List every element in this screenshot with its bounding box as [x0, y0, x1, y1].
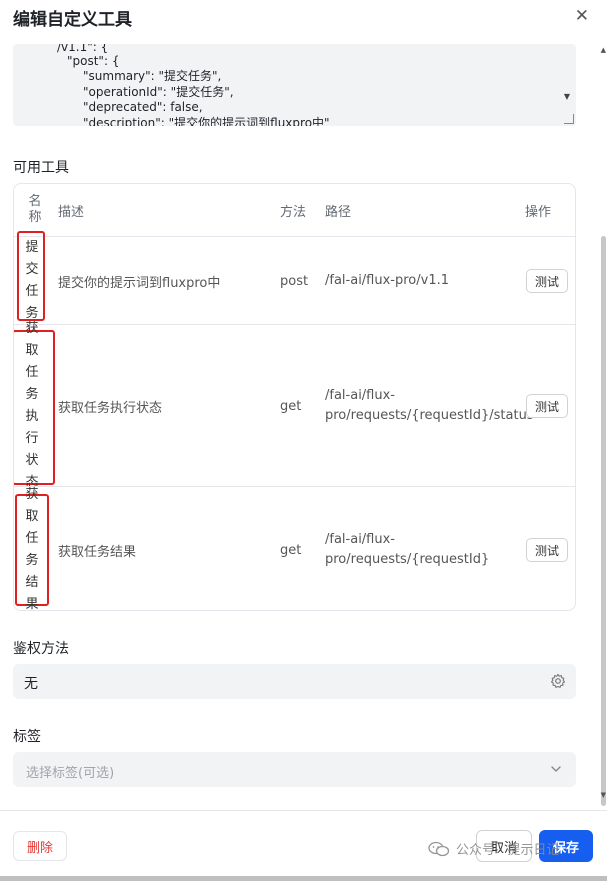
tools-table: 名称 描述 方法 路径 操作 提交任务 提交你的提示词到fluxpro中 pos…	[13, 183, 576, 611]
auth-section-label: 鉴权方法	[13, 641, 69, 657]
watermark-text: 公众号 · 提示日记	[456, 843, 560, 858]
tool-path-line: pro/requests/{requestId}	[325, 552, 490, 567]
code-line: "deprecated": false,	[83, 100, 203, 114]
gear-icon[interactable]	[550, 673, 566, 689]
table-row: 提交任务 提交你的提示词到fluxpro中 post /fal-ai/flux-…	[14, 231, 575, 325]
auth-method-value: 无	[24, 676, 38, 692]
test-button[interactable]: 测试	[526, 269, 568, 293]
tool-path-line: /fal-ai/flux-	[325, 532, 395, 547]
bottom-edge	[0, 876, 607, 881]
code-line: "post": {	[67, 54, 120, 68]
tool-method: get	[280, 542, 302, 558]
watermark: 公众号 · 提示日记	[428, 839, 559, 858]
tool-name-text: 提交任务	[25, 240, 39, 321]
tool-path: /fal-ai/flux- pro/requests/{requestId}	[325, 487, 490, 610]
test-button[interactable]: 测试	[526, 394, 568, 418]
tags-placeholder: 选择标签(可选)	[26, 766, 115, 781]
tags-section-label: 标签	[13, 729, 41, 745]
tool-method: get	[280, 398, 302, 414]
dialog-title: 编辑自定义工具	[13, 10, 132, 30]
table-row: 获取任务结果 获取任务结果 get /fal-ai/flux- pro/requ…	[14, 486, 575, 611]
table-row: 获取任务执行状态 获取任务执行状态 get /fal-ai/flux- pro/…	[14, 321, 575, 490]
code-line: "summary": "提交任务",	[83, 69, 222, 83]
column-header-description: 描述	[58, 204, 85, 220]
dialog-scrollbar[interactable]	[601, 236, 606, 806]
tool-path: /fal-ai/flux-pro/v1.1	[325, 237, 449, 325]
delete-button[interactable]: 删除	[13, 831, 67, 861]
tools-section-label: 可用工具	[13, 160, 69, 176]
tool-description: 提交你的提示词到fluxpro中	[58, 275, 221, 291]
tool-name: 获取任务结果	[23, 487, 41, 611]
dialog-body[interactable]: /v1.1": { "post": { "summary": "提交任务", "…	[0, 44, 600, 810]
tool-path: /fal-ai/flux- pro/requests/{requestId}/s…	[325, 325, 534, 487]
tool-name-text: 获取任务执行状态	[25, 321, 39, 490]
resize-handle[interactable]	[564, 114, 574, 124]
column-header-method: 方法	[280, 204, 307, 220]
tool-method: post	[280, 273, 309, 289]
dialog-header: 编辑自定义工具 ✕	[0, 0, 607, 44]
code-line: "description": "提交你的提示词到fluxpro中"	[83, 116, 330, 126]
edit-custom-tool-dialog: 编辑自定义工具 ✕ /v1.1": { "post": { "summary":…	[0, 0, 607, 881]
auth-method-select[interactable]: 无	[13, 664, 576, 699]
wechat-icon	[428, 841, 450, 856]
scroll-down-icon[interactable]: ▼	[601, 791, 606, 799]
column-header-name: 名称	[25, 184, 45, 236]
scroll-up-icon[interactable]: ▲	[601, 46, 606, 54]
chevron-down-icon	[551, 766, 561, 772]
column-header-path: 路径	[325, 204, 352, 220]
tool-path-line: /fal-ai/flux-	[325, 388, 395, 403]
test-button[interactable]: 测试	[526, 538, 568, 562]
tool-name-text: 获取任务结果	[25, 487, 39, 611]
schema-editor[interactable]: /v1.1": { "post": { "summary": "提交任务", "…	[13, 44, 576, 126]
column-header-action: 操作	[525, 204, 552, 220]
tool-description: 获取任务结果	[58, 544, 137, 560]
tags-select[interactable]: 选择标签(可选)	[13, 752, 576, 787]
tool-name: 获取任务执行状态	[23, 321, 41, 490]
tool-path-line: pro/requests/{requestId}/status	[325, 408, 534, 423]
tool-description: 获取任务执行状态	[58, 400, 163, 416]
tool-name: 提交任务	[23, 237, 41, 325]
close-icon[interactable]: ✕	[575, 7, 589, 25]
tool-path-line: /fal-ai/flux-pro/v1.1	[325, 273, 450, 288]
scroll-down-icon[interactable]: ▼	[564, 92, 570, 101]
code-line: "operationId": "提交任务",	[83, 85, 234, 99]
column-header-name-text: 名称	[28, 194, 42, 225]
